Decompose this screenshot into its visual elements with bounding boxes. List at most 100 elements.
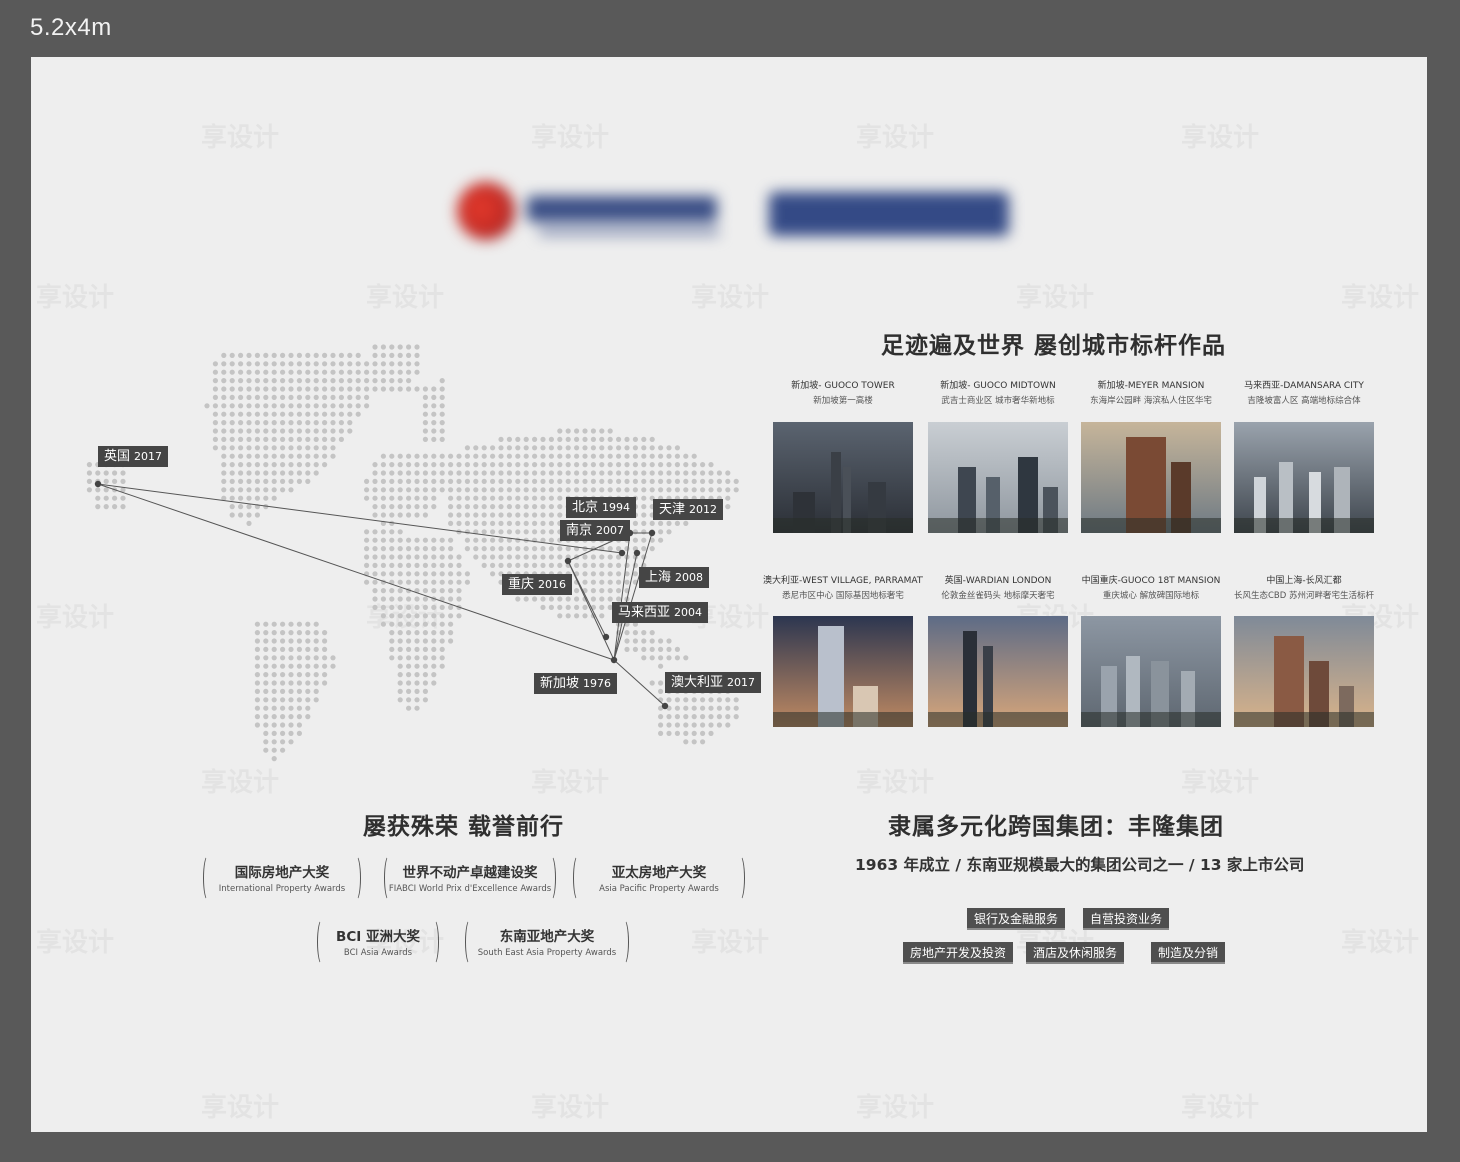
map-dot	[380, 613, 386, 619]
map-dot	[397, 697, 403, 703]
map-dot	[532, 504, 538, 510]
map-dot	[389, 453, 395, 459]
map-dot	[464, 445, 470, 451]
map-dot	[296, 386, 302, 392]
map-dot	[380, 462, 386, 468]
map-dot	[280, 739, 286, 745]
map-dot	[490, 453, 496, 459]
map-dot	[313, 630, 319, 636]
map-dot	[439, 462, 445, 468]
map-dot	[364, 554, 370, 560]
map-dot	[464, 579, 470, 585]
map-dot	[532, 520, 538, 526]
map-dot	[414, 655, 420, 661]
map-dot	[330, 369, 336, 375]
map-dot	[364, 487, 370, 493]
map-dot	[565, 445, 571, 451]
map-dot	[372, 546, 378, 552]
project-desc: 长风生态CBD 苏州河畔奢宅生活标杆	[1233, 591, 1374, 601]
map-dot	[313, 663, 319, 669]
map-dot	[456, 495, 462, 501]
map-dot	[271, 420, 277, 426]
map-dot	[439, 386, 445, 392]
map-dot	[548, 504, 555, 510]
map-dot	[523, 512, 529, 518]
map-dot	[506, 436, 512, 442]
map-dot	[263, 646, 269, 653]
map-dot	[288, 705, 294, 711]
map-dot	[212, 378, 218, 384]
map-dot	[590, 478, 597, 484]
map-dot	[641, 537, 647, 543]
map-dot	[422, 504, 428, 510]
map-dot	[338, 378, 344, 384]
map-dot	[506, 512, 512, 518]
map-dot	[389, 512, 395, 518]
map-dot	[431, 504, 437, 510]
map-dot	[372, 369, 378, 375]
map-dot	[683, 520, 689, 526]
canvas-size-label: 5.2x4m	[30, 14, 112, 41]
map-dot	[372, 378, 378, 384]
map-dot	[280, 714, 286, 720]
map-dot	[397, 537, 403, 543]
project-desc: 悉尼市区中心 国际基因地标奢宅	[782, 591, 904, 601]
map-dot	[305, 378, 311, 384]
map-dot	[448, 554, 454, 560]
map-dot	[548, 436, 555, 442]
map-dot	[725, 478, 731, 484]
map-dot	[590, 554, 597, 560]
map-dot	[254, 420, 260, 426]
map-dot	[221, 445, 227, 451]
map-dot	[397, 386, 403, 392]
map-dot	[389, 613, 395, 619]
map-dot	[296, 378, 302, 384]
map-dot	[448, 588, 454, 594]
map-dot	[716, 470, 723, 476]
map-dot	[380, 596, 386, 602]
map-dot	[624, 478, 630, 484]
map-dot	[448, 504, 454, 510]
map-dot	[540, 596, 546, 602]
map-dot	[632, 520, 639, 526]
map-dot	[288, 420, 294, 426]
map-dot	[632, 462, 639, 468]
map-dot	[296, 621, 302, 627]
map-dot	[733, 714, 739, 720]
map-dot	[280, 697, 286, 703]
map-dot	[112, 504, 118, 510]
map-dot	[86, 478, 92, 484]
map-dot	[246, 504, 252, 510]
map-dot	[397, 655, 403, 661]
map-dot	[683, 739, 689, 745]
map-dot	[540, 546, 546, 552]
map-dot	[414, 453, 420, 459]
map-dot	[397, 630, 403, 636]
map-dot	[641, 512, 647, 518]
map-dot	[557, 462, 563, 468]
map-dot	[112, 478, 118, 484]
map-dot	[389, 588, 395, 594]
map-dot	[498, 453, 504, 459]
map-dot	[254, 630, 260, 636]
map-dot	[305, 436, 311, 442]
map-dot	[305, 453, 311, 459]
map-dot	[658, 478, 664, 484]
map-dot	[372, 470, 378, 476]
map-dot	[649, 638, 655, 644]
map-dot	[590, 445, 597, 451]
map-dot	[305, 386, 311, 392]
map-dot	[641, 655, 647, 661]
map-dot	[590, 436, 597, 442]
map-dot	[582, 571, 588, 577]
map-dot	[254, 714, 260, 720]
laurel-left-icon	[203, 855, 213, 901]
map-dot	[254, 462, 260, 468]
map-dot	[599, 436, 605, 442]
map-dot	[590, 596, 597, 602]
map-dot	[658, 487, 664, 493]
map-dot	[372, 529, 378, 535]
laurel-right-icon	[546, 855, 556, 901]
location-tag-australia: 澳大利亚 2017	[665, 672, 762, 693]
map-dot	[95, 495, 101, 501]
